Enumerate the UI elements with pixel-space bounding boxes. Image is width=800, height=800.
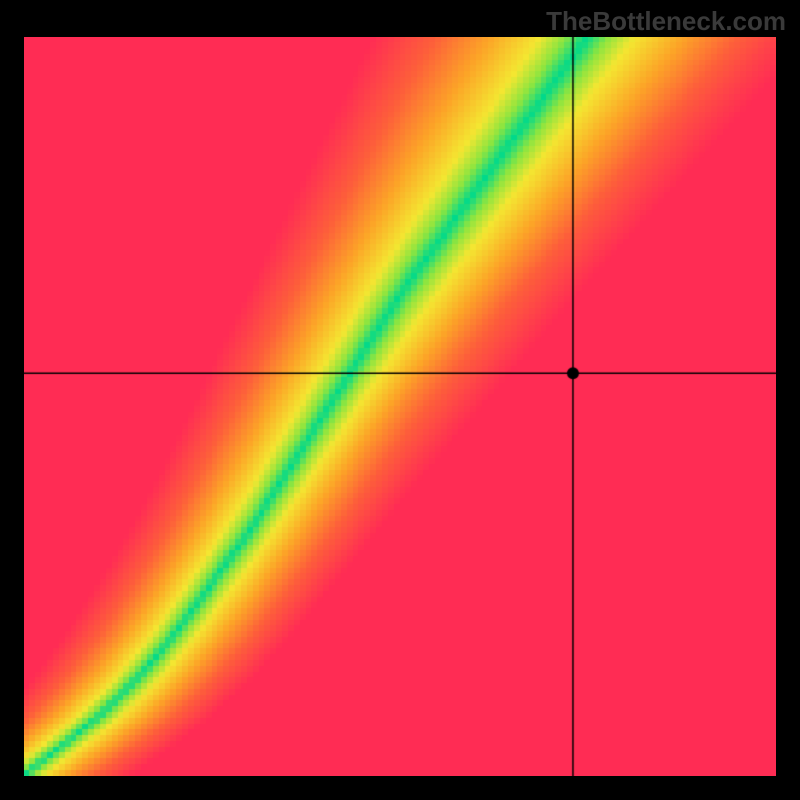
heatmap-plot	[24, 37, 776, 776]
chart-container: TheBottleneck.com	[0, 0, 800, 800]
heatmap-canvas	[24, 37, 776, 776]
watermark-text: TheBottleneck.com	[546, 6, 786, 37]
